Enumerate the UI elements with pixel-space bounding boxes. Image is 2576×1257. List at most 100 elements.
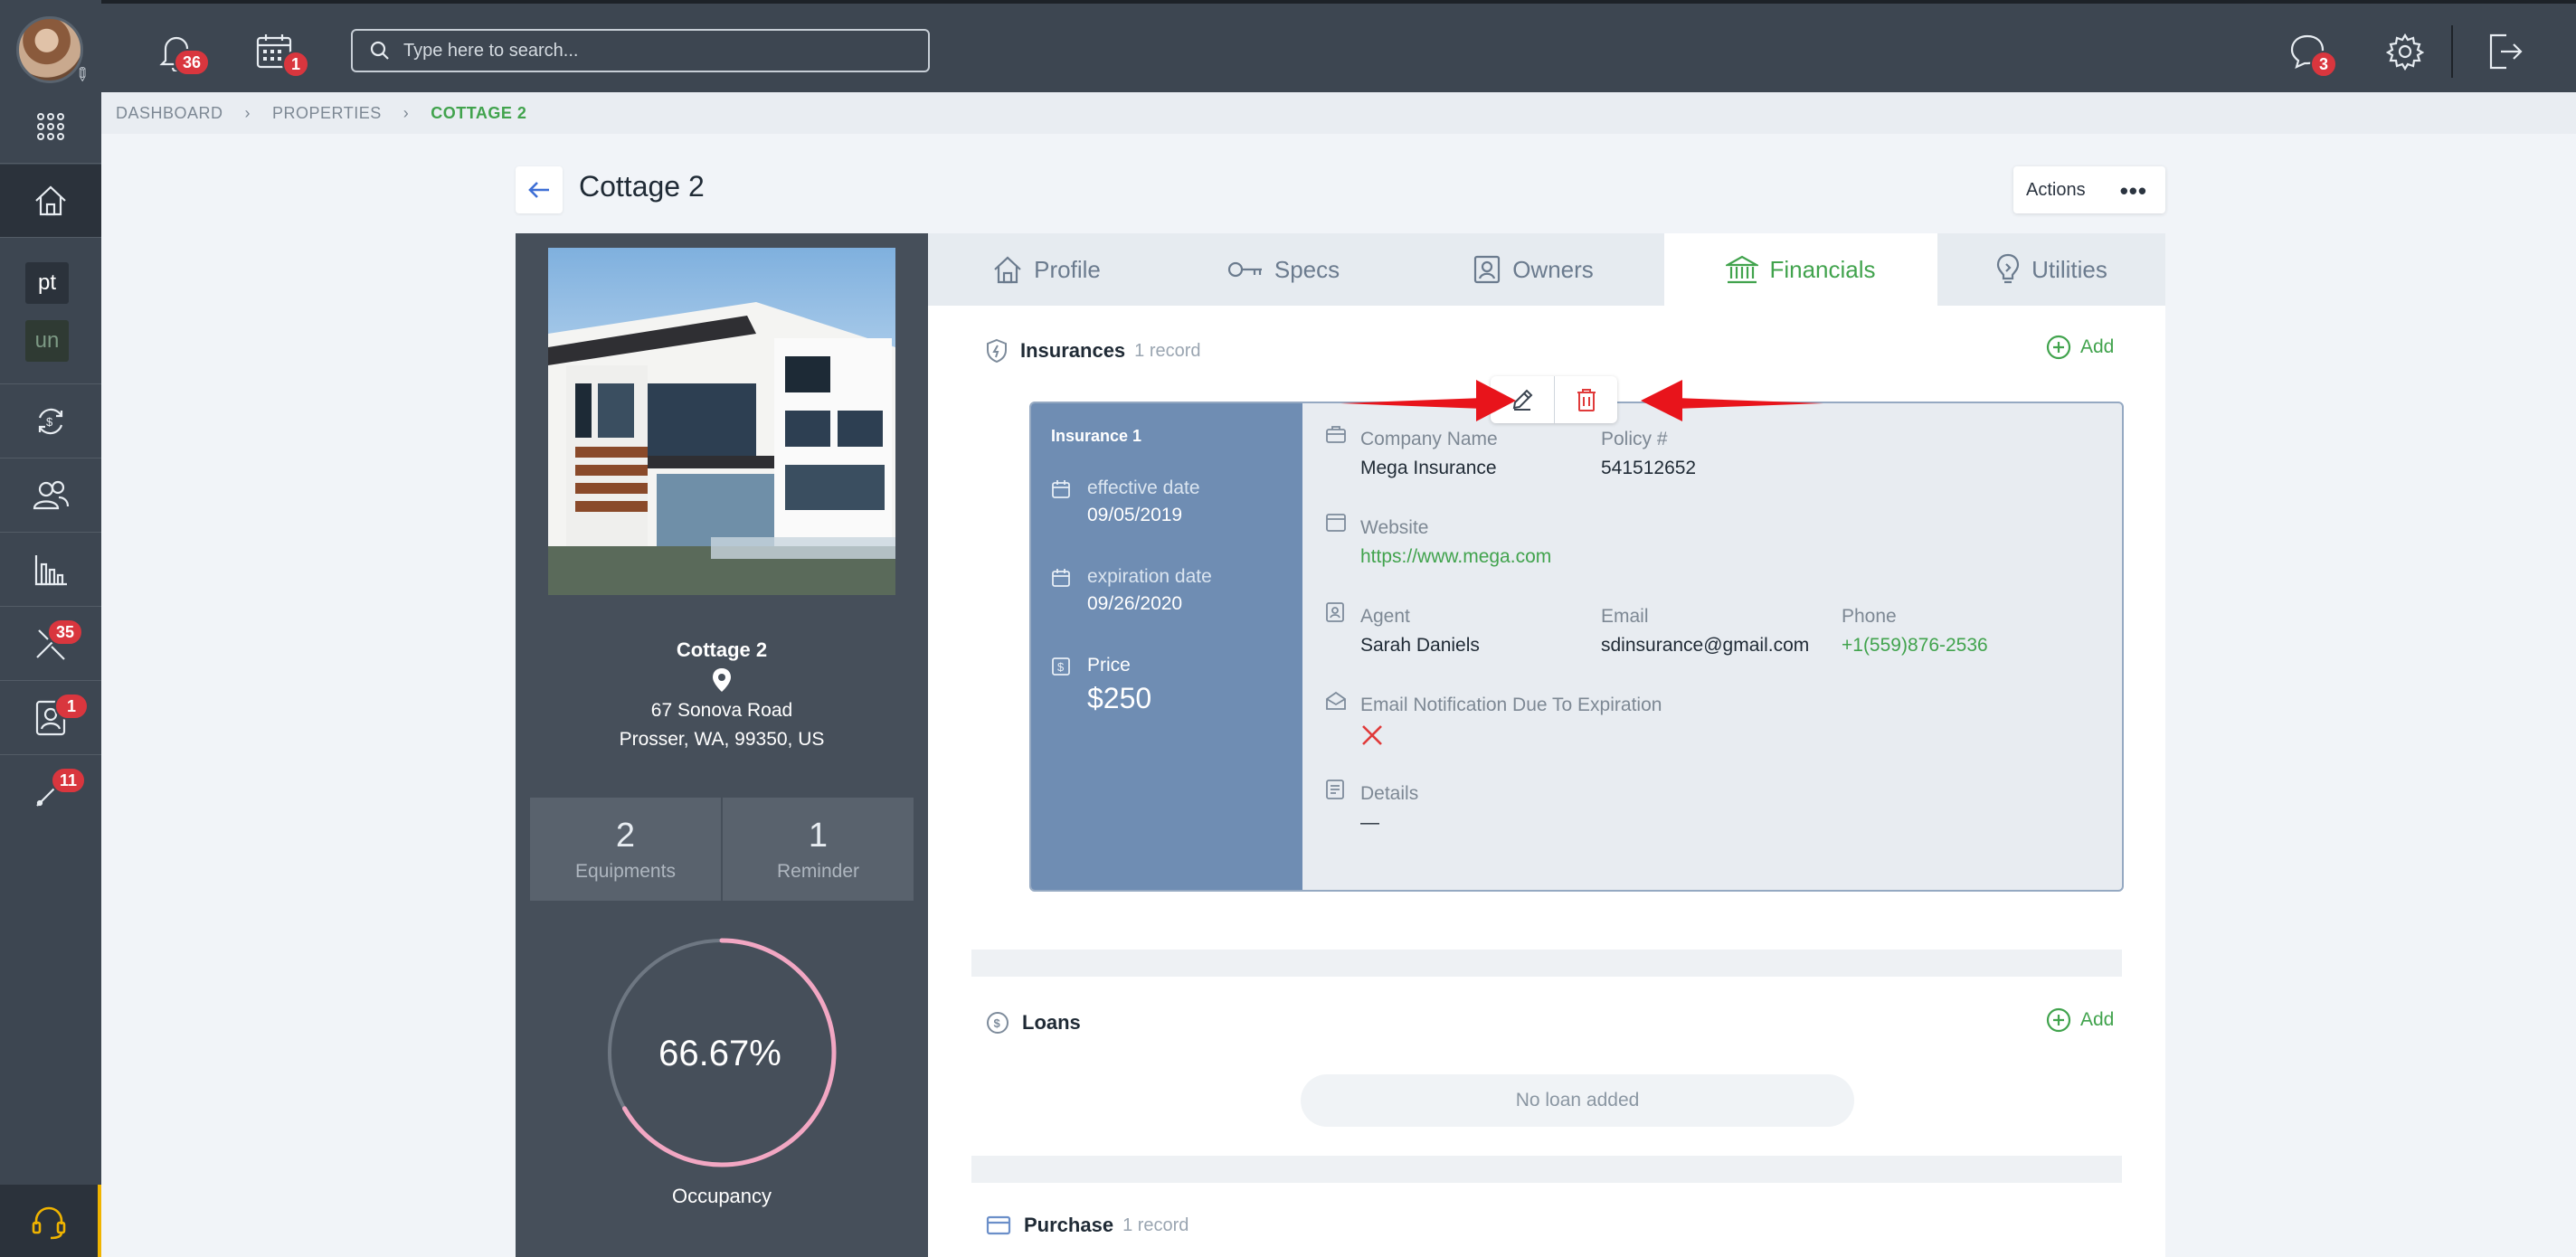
more-dots-icon[interactable]: ••• bbox=[2120, 177, 2147, 205]
field-label: Email Notification Due To Expiration bbox=[1360, 695, 1662, 715]
svg-text:$: $ bbox=[46, 415, 53, 429]
svg-text:$: $ bbox=[994, 1016, 1001, 1030]
stat-label: Equipments bbox=[575, 860, 676, 882]
price-value: $250 bbox=[1087, 682, 1152, 714]
actions-label: Actions bbox=[2026, 179, 2086, 200]
property-tabs: Profile Specs Owners Financials Utilitie… bbox=[928, 233, 2165, 306]
sidebar-item-contacts[interactable] bbox=[0, 682, 101, 754]
sidebar-item-finance[interactable]: $ bbox=[0, 385, 101, 458]
sidebar-item-properties[interactable] bbox=[0, 165, 101, 237]
tab-profile[interactable]: Profile bbox=[928, 233, 1165, 306]
calendar-icon bbox=[1052, 480, 1070, 498]
key-icon bbox=[1227, 261, 1262, 278]
trash-icon bbox=[1577, 389, 1596, 411]
notification-status bbox=[1360, 723, 1662, 752]
company-name-field: Company Name Mega Insurance bbox=[1360, 429, 1498, 479]
search-box[interactable] bbox=[351, 29, 930, 72]
arrow-left-icon bbox=[528, 182, 549, 198]
sidebar-item-apps[interactable] bbox=[0, 90, 101, 163]
tab-label: Utilities bbox=[2031, 255, 2107, 283]
settings-button[interactable] bbox=[2381, 27, 2429, 76]
support-button[interactable] bbox=[0, 1185, 101, 1257]
sidebar-item-pt[interactable]: pt bbox=[25, 262, 69, 304]
reminder-stat[interactable]: 1 Reminder bbox=[721, 798, 914, 901]
chevron-right-icon: › bbox=[402, 103, 410, 122]
occupancy-value: 66.67% bbox=[658, 1034, 781, 1073]
house-icon bbox=[35, 185, 66, 216]
effective-date-field: effective date 09/05/2019 bbox=[1051, 477, 1200, 526]
field-label: expiration date bbox=[1087, 566, 1212, 587]
calendar-badge: 1 bbox=[282, 51, 310, 78]
tab-label: Financials bbox=[1769, 255, 1876, 283]
no-loan-message: No loan added bbox=[1301, 1074, 1854, 1127]
money-cycle-icon: $ bbox=[38, 408, 63, 435]
field-value: Mega Insurance bbox=[1360, 458, 1497, 478]
field-value: — bbox=[1360, 812, 1379, 833]
field-label: Price bbox=[1087, 655, 1131, 676]
tab-utilities[interactable]: Utilities bbox=[1937, 233, 2165, 306]
field-label: Phone bbox=[1842, 606, 1897, 627]
pencil-icon bbox=[1512, 389, 1533, 411]
property-stats: 2 Equipments 1 Reminder bbox=[530, 798, 914, 901]
plus-circle-icon bbox=[2046, 335, 2071, 360]
credit-card-icon bbox=[986, 1215, 1011, 1235]
actions-button[interactable]: Actions ••• bbox=[2013, 166, 2165, 213]
loans-header: $ Loans bbox=[986, 1011, 1081, 1035]
back-button[interactable] bbox=[516, 166, 563, 213]
occupancy-ring-chart: 66.67% bbox=[607, 938, 837, 1167]
tab-owners[interactable]: Owners bbox=[1402, 233, 1664, 306]
breadcrumb-properties[interactable]: PROPERTIES bbox=[272, 104, 382, 123]
messages-badge: 3 bbox=[2310, 51, 2338, 78]
dollar-icon: $ bbox=[1052, 657, 1070, 676]
loans-title: Loans bbox=[1022, 1011, 1081, 1034]
id-badge-icon bbox=[1326, 602, 1344, 622]
property-photo bbox=[548, 248, 895, 595]
insurances-header: Insurances 1 record bbox=[986, 338, 1201, 364]
sidebar-item-reports[interactable] bbox=[0, 534, 101, 606]
close-x-icon bbox=[1362, 725, 1382, 745]
stat-value: 2 bbox=[615, 816, 636, 855]
equipments-stat[interactable]: 2 Equipments bbox=[530, 798, 721, 901]
add-loan-button[interactable]: Add bbox=[2046, 1007, 2114, 1033]
insurances-title: Insurances bbox=[1020, 339, 1126, 362]
field-label: Details bbox=[1360, 783, 1419, 804]
add-insurance-button[interactable]: Add bbox=[2046, 335, 2114, 360]
sidebar-item-un[interactable]: un bbox=[25, 320, 69, 362]
logout-button[interactable] bbox=[2480, 27, 2529, 76]
add-label: Add bbox=[2080, 336, 2115, 357]
sidebar: ✎ pt un $ 35 1 11 bbox=[0, 0, 101, 1257]
search-input[interactable] bbox=[403, 40, 910, 61]
document-icon bbox=[1326, 780, 1344, 799]
website-link[interactable]: https://www.mega.com bbox=[1360, 546, 1551, 568]
address-line-2: Prosser, WA, 99350, US bbox=[619, 729, 825, 750]
chevron-right-icon: › bbox=[244, 103, 251, 122]
sidebar-item-maintenance[interactable] bbox=[0, 608, 101, 680]
policy-number-field: Policy # 541512652 bbox=[1601, 429, 1696, 479]
website-field: Website https://www.mega.com bbox=[1360, 517, 1551, 568]
phone-link[interactable]: +1(559)876-2536 bbox=[1842, 635, 1988, 657]
tasks-badge: 11 bbox=[51, 767, 87, 794]
property-address: 67 Sonova Road Prosser, WA, 99350, US bbox=[516, 696, 928, 754]
notifications-badge: 36 bbox=[174, 49, 211, 76]
logout-icon bbox=[2489, 33, 2523, 70]
owner-card-icon bbox=[1474, 255, 1501, 284]
insurance-summary: Insurance 1 effective date 09/05/2019 ex… bbox=[1031, 403, 1302, 890]
phone-field: Phone +1(559)876-2536 bbox=[1842, 606, 1988, 657]
sidebar-item-people[interactable] bbox=[0, 459, 101, 532]
top-bar: 36 1 3 bbox=[101, 0, 2576, 92]
edit-button[interactable] bbox=[1491, 376, 1554, 423]
breadcrumb-dashboard[interactable]: DASHBOARD bbox=[116, 104, 223, 123]
purchase-title: Purchase bbox=[1024, 1214, 1114, 1236]
envelope-open-icon bbox=[1326, 691, 1346, 710]
topbar-divider bbox=[2451, 25, 2453, 78]
field-value: Sarah Daniels bbox=[1360, 635, 1480, 656]
building-illustration bbox=[548, 302, 895, 595]
breadcrumb: DASHBOARD › PROPERTIES › COTTAGE 2 bbox=[101, 92, 2576, 134]
tab-financials[interactable]: Financials bbox=[1664, 233, 1937, 306]
delete-button[interactable] bbox=[1554, 376, 1617, 423]
insurance-edit-delete-group bbox=[1491, 376, 1617, 423]
tab-specs[interactable]: Specs bbox=[1165, 233, 1402, 306]
bank-icon bbox=[1726, 255, 1759, 284]
expiration-date-field: expiration date 09/26/2020 bbox=[1051, 566, 1212, 615]
sidebar-item-tasks[interactable] bbox=[0, 756, 101, 828]
